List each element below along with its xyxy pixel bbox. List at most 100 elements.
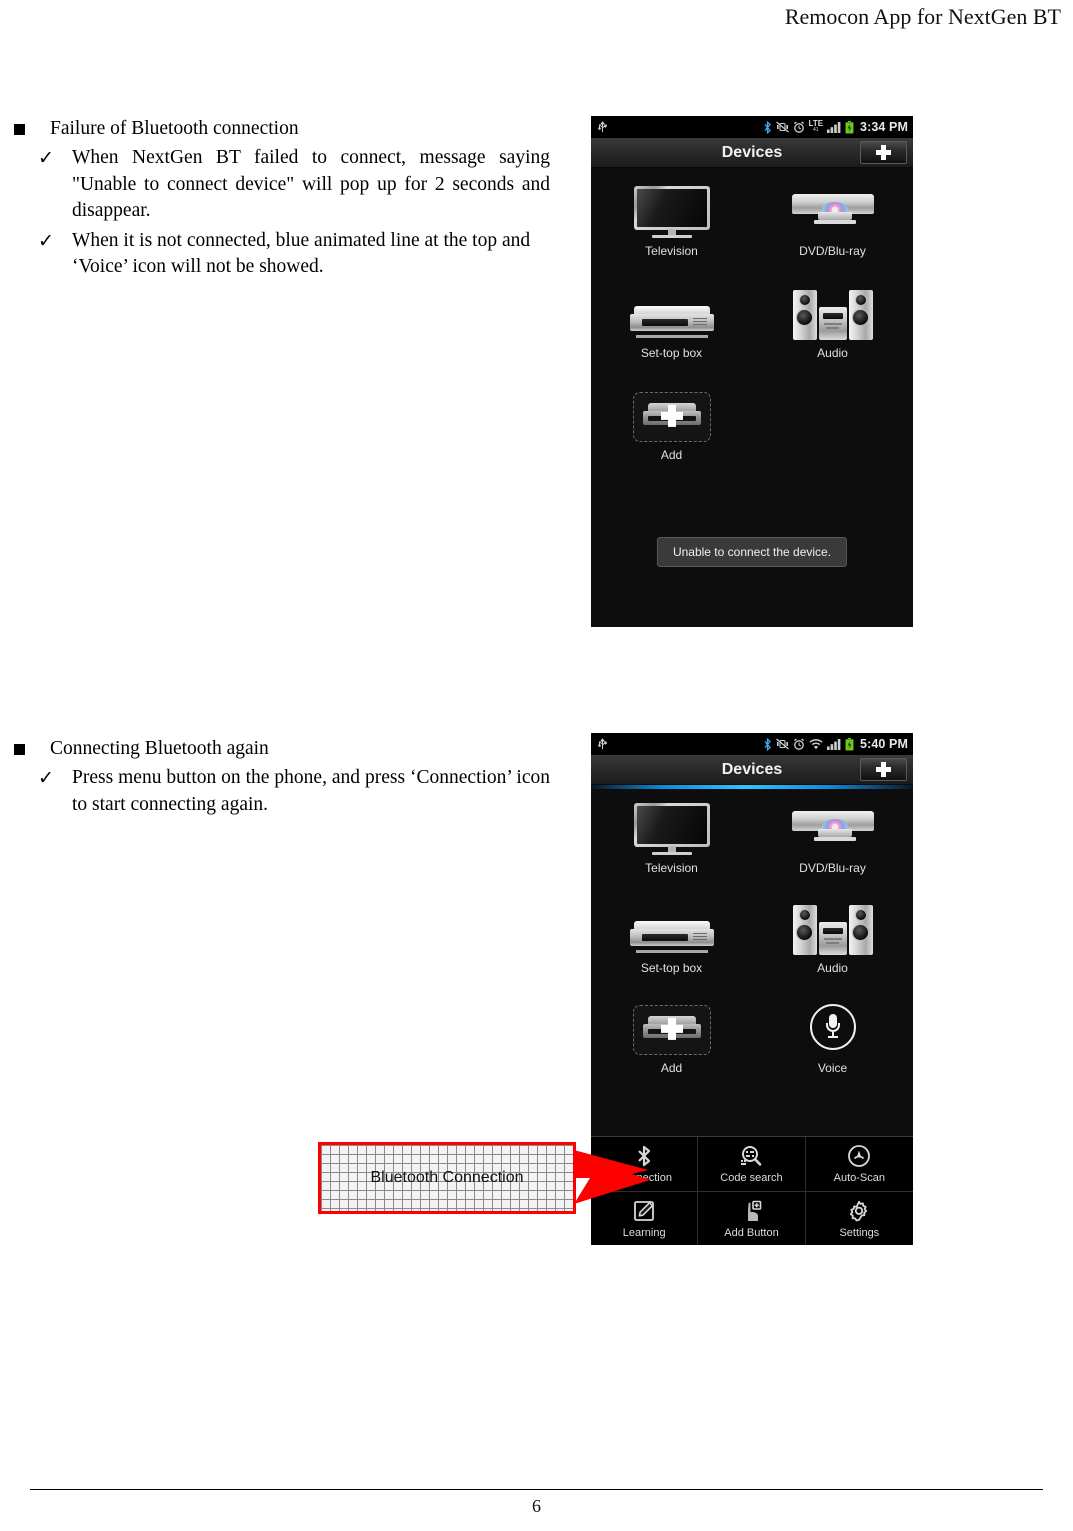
alarm-clock-icon bbox=[793, 121, 805, 133]
bullet-row: Connecting Bluetooth again bbox=[0, 736, 550, 762]
usb-icon bbox=[597, 120, 608, 134]
device-label: Set-top box bbox=[640, 961, 703, 975]
page-title: Devices bbox=[721, 143, 783, 161]
auto-scan-icon bbox=[847, 1144, 871, 1168]
battery-charging-icon bbox=[845, 737, 854, 751]
usb-icon bbox=[597, 737, 608, 751]
phone-screenshot-failure-state: LTE 41 3:34 PM Devices Television DVD/Bl… bbox=[591, 116, 913, 627]
gear-icon bbox=[848, 1199, 870, 1223]
device-tile-add[interactable]: Add bbox=[591, 386, 752, 462]
annotation-label: Bluetooth Connection bbox=[370, 1169, 524, 1186]
device-tile-dvd-bluray[interactable]: DVD/Blu-ray bbox=[752, 182, 913, 258]
device-tile-voice[interactable]: Voice bbox=[752, 999, 913, 1075]
document-header: Remocon App for NextGen BT bbox=[0, 0, 1073, 42]
audio-system-icon bbox=[790, 284, 876, 340]
device-grid-row: Television DVD/Blu-ray bbox=[591, 182, 913, 264]
device-label: Television bbox=[645, 861, 698, 875]
annotation-callout-bluetooth-connection: Bluetooth Connection bbox=[318, 1142, 576, 1214]
device-grid-row: Set-top box Audio bbox=[591, 284, 913, 366]
add-device-button[interactable] bbox=[860, 141, 907, 164]
dvd-bluray-icon bbox=[790, 182, 876, 238]
options-menu: Connection Code search Auto-Scan Learnin… bbox=[591, 1136, 913, 1245]
menu-label: Learning bbox=[622, 1226, 666, 1239]
menu-label: Auto-Scan bbox=[833, 1172, 885, 1184]
device-grid-row: Television DVD/Blu-ray bbox=[591, 799, 913, 881]
television-icon bbox=[629, 182, 715, 238]
check-text: When NextGen BT failed to connect, messa… bbox=[72, 147, 550, 221]
menu-label: Code search bbox=[720, 1172, 783, 1184]
set-top-box-icon bbox=[629, 899, 715, 955]
device-label: DVD/Blu-ray bbox=[799, 244, 866, 258]
device-label: Voice bbox=[817, 1061, 848, 1075]
add-device-icon bbox=[629, 999, 715, 1055]
menu-label: Add Button bbox=[724, 1226, 779, 1239]
device-grid-row: Add bbox=[591, 386, 913, 468]
bluetooth-icon bbox=[634, 1144, 654, 1168]
check-text: When it is not connected, blue animated … bbox=[72, 229, 531, 278]
page-title: Devices bbox=[721, 760, 783, 778]
bullet-row: Failure of Bluetooth connection bbox=[0, 116, 550, 142]
microphone-icon bbox=[790, 999, 876, 1055]
plus-icon bbox=[876, 145, 891, 160]
signal-bars-icon bbox=[827, 121, 841, 133]
device-tile-dvd-bluray[interactable]: DVD/Blu-ray bbox=[752, 799, 913, 875]
status-bar: 5:40 PM bbox=[591, 733, 913, 755]
menu-item-connection[interactable]: Connection bbox=[591, 1137, 699, 1191]
action-bar: Devices bbox=[591, 755, 913, 785]
device-label: Add bbox=[660, 1061, 683, 1075]
lte-sub-label: 41 bbox=[813, 127, 819, 133]
lte-network-icon: LTE 41 bbox=[809, 120, 824, 134]
device-tile-audio[interactable]: Audio bbox=[752, 284, 913, 360]
set-top-box-icon bbox=[629, 284, 715, 340]
device-label: Television bbox=[645, 244, 698, 258]
add-device-button[interactable] bbox=[860, 758, 907, 781]
signal-bars-icon bbox=[827, 738, 841, 750]
section-heading: Connecting Bluetooth again bbox=[50, 738, 269, 759]
television-icon bbox=[629, 799, 715, 855]
check-text: Press menu button on the phone, and pres… bbox=[72, 767, 550, 815]
device-tile-television[interactable]: Television bbox=[591, 799, 752, 875]
device-label: Audio bbox=[817, 346, 848, 360]
device-label: Add bbox=[660, 448, 683, 462]
add-button-icon bbox=[740, 1199, 762, 1223]
device-tile-set-top-box[interactable]: Set-top box bbox=[591, 899, 752, 975]
menu-item-add-button[interactable]: Add Button bbox=[698, 1191, 806, 1245]
device-tile-audio[interactable]: Audio bbox=[752, 899, 913, 975]
options-menu-row: Connection Code search Auto-Scan bbox=[591, 1137, 913, 1191]
square-bullet-icon bbox=[14, 744, 25, 755]
device-grid-row: Set-top box Audio bbox=[591, 899, 913, 981]
vibrate-mute-icon bbox=[776, 738, 789, 750]
device-grid-row: Add Voice bbox=[591, 999, 913, 1081]
status-bar-time: 5:40 PM bbox=[860, 737, 908, 751]
menu-item-settings[interactable]: Settings bbox=[805, 1191, 913, 1245]
add-device-icon bbox=[629, 386, 715, 442]
device-label: Set-top box bbox=[640, 346, 703, 360]
device-grid: Television DVD/Blu-ray Set-top box Audio… bbox=[591, 168, 913, 468]
device-grid: Television DVD/Blu-ray Set-top box Audio… bbox=[591, 789, 913, 1081]
dvd-bluray-icon bbox=[790, 799, 876, 855]
section-failure-of-bluetooth-connection: Failure of Bluetooth connection ✓ When N… bbox=[0, 116, 550, 281]
document-footer: 6 bbox=[30, 1489, 1043, 1517]
device-tile-empty bbox=[752, 386, 913, 462]
options-menu-row: Learning Add Button Settings bbox=[591, 1191, 913, 1245]
check-row: ✓ When it is not connected, blue animate… bbox=[0, 228, 550, 281]
audio-system-icon bbox=[790, 899, 876, 955]
checkmark-icon: ✓ bbox=[38, 230, 54, 252]
code-search-icon bbox=[739, 1144, 763, 1168]
menu-item-code-search[interactable]: Code search bbox=[698, 1137, 806, 1191]
menu-item-auto-scan[interactable]: Auto-Scan bbox=[806, 1137, 913, 1191]
bluetooth-icon bbox=[763, 737, 772, 751]
menu-item-learning[interactable]: Learning bbox=[591, 1191, 699, 1245]
device-tile-television[interactable]: Television bbox=[591, 182, 752, 258]
toast-message: Unable to connect the device. bbox=[656, 537, 848, 567]
page-number: 6 bbox=[532, 1496, 541, 1516]
square-bullet-icon bbox=[14, 124, 25, 135]
status-bar: LTE 41 3:34 PM bbox=[591, 116, 913, 138]
learning-pencil-icon bbox=[633, 1199, 655, 1223]
device-tile-add[interactable]: Add bbox=[591, 999, 752, 1075]
menu-label: Settings bbox=[839, 1226, 880, 1239]
alarm-clock-icon bbox=[793, 738, 805, 750]
battery-charging-icon bbox=[845, 120, 854, 134]
device-tile-set-top-box[interactable]: Set-top box bbox=[591, 284, 752, 360]
device-label: DVD/Blu-ray bbox=[799, 861, 866, 875]
